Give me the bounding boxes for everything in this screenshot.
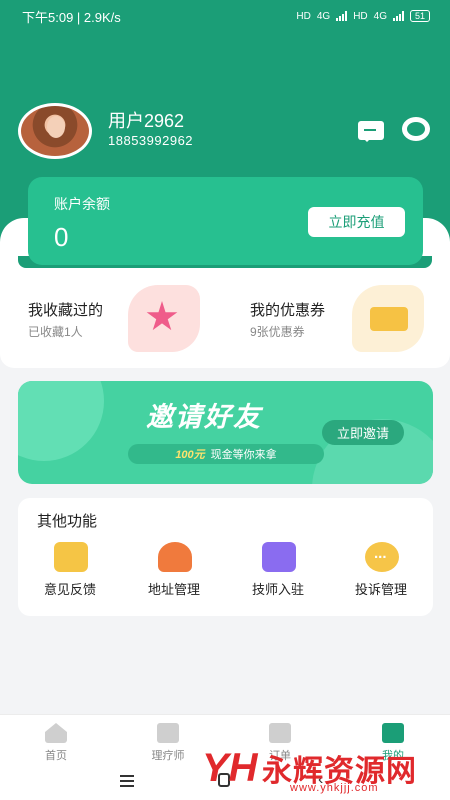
technician-join-item[interactable]: 技师入驻 [238,542,318,602]
watermark-logo: YH [202,746,258,790]
favorites-title: 我收藏过的 [28,302,104,319]
user-phone: 18853992962 [108,133,194,148]
tab-therapist[interactable]: 理疗师 [133,719,203,763]
feedback-label: 意见反馈 [43,582,96,597]
feedback-item[interactable]: 意见反馈 [30,542,110,602]
star-icon [146,301,178,331]
banner-subtitle-text: 现金等你来拿 [210,449,277,461]
hd-label: HD [296,10,311,22]
banner-amount: 100元 [175,449,205,461]
avatar-face [47,116,65,138]
balance-label: 账户余额 [54,196,110,212]
favorites-item[interactable]: 我收藏过的 已收藏1人 [28,285,203,353]
hd-label-2: HD [353,10,368,22]
envelope-icon [54,542,88,572]
map-pin-icon [158,542,192,572]
tab-home-label: 首页 [45,750,67,762]
technician-join-label: 技师入驻 [251,582,304,597]
home-icon [45,723,67,743]
user-name: 用户2962 [108,111,185,131]
other-functions-title: 其他功能 [37,513,98,530]
signal-icon-2 [392,11,404,21]
complaint-label: 投诉管理 [354,582,407,597]
tab-therapist-label: 理疗师 [151,750,185,762]
status-time: 下午5:09 | 2.9K/s [22,9,121,25]
watermark: YH 永辉资源网 www.yhkjjj.com [200,740,450,800]
status-bar: 下午5:09 | 2.9K/s HD 4G HD 4G 51 [0,0,450,32]
status-icons: HD 4G HD 4G 51 [296,10,430,22]
therapist-icon [157,723,179,743]
network-label: 4G [316,10,331,22]
recharge-button[interactable]: 立即充值 [308,207,405,237]
coupons-subtitle: 9张优惠券 [250,325,305,339]
favorites-subtitle: 已收藏1人 [28,325,83,339]
coupons-illustration [352,285,424,352]
invite-banner[interactable]: 邀请好友 100元 现金等你来拿 立即邀请 [18,381,433,484]
balance-card: 账户余额 0 立即充值 [28,177,423,265]
menu-icon[interactable] [120,775,134,787]
banner-decor-circle [18,381,104,461]
other-functions-card: 其他功能 意见反馈 地址管理 技师入驻 投诉管理 [18,498,433,616]
coupons-title: 我的优惠券 [250,302,326,319]
battery-icon: 51 [409,10,430,22]
shop-plus-icon [262,542,296,572]
address-label: 地址管理 [147,582,200,597]
avatar[interactable] [18,103,92,159]
banner-title: 邀请好友 [146,402,262,432]
favorites-illustration [128,285,200,352]
message-icon[interactable] [358,121,384,142]
tab-home[interactable]: 首页 [21,719,91,763]
complaint-item[interactable]: 投诉管理 [341,542,421,602]
address-item[interactable]: 地址管理 [134,542,214,602]
coupons-item[interactable]: 我的优惠券 9张优惠券 [250,285,430,353]
banner-subtitle: 100元 现金等你来拿 [128,444,324,464]
network-label-2: 4G [373,10,387,22]
chat-bubble-icon [365,542,399,572]
balance-value: 0 [54,222,69,252]
invite-button[interactable]: 立即邀请 [322,420,404,445]
coupon-icon [370,307,408,331]
watermark-url: www.yhkjjj.com [290,782,379,794]
signal-icon [336,11,348,21]
settings-icon[interactable] [402,117,430,141]
